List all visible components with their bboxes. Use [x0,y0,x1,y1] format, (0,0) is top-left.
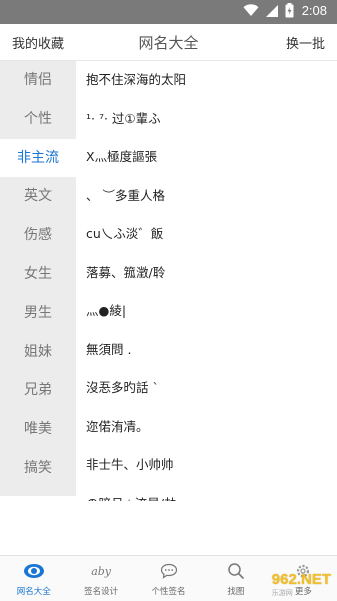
search-icon [202,559,269,583]
name-item[interactable]: cu乀ふ淡゛飯 [76,215,337,254]
name-list: 抱不住深海的太阳 ¹· ⁷· 过①輩ふ X灬極度謳張 、 ︶多重人格 cu乀ふ淡… [76,61,337,501]
category-item[interactable]: 女生 [0,255,76,294]
watermark-subtext: 乐游网 [271,589,293,597]
tab-personal-signature[interactable]: 个性签名 [135,556,202,601]
tab-signature-design[interactable]: aby 签名设计 [67,556,134,601]
category-item[interactable]: 情侣 [0,61,76,100]
watermark-text: 962.NET [271,571,331,588]
wifi-icon [243,4,259,17]
status-bar: 2:08 [0,0,337,24]
category-item[interactable]: 男生 [0,294,76,333]
tab-label: 找图 [227,587,245,597]
name-item[interactable]: 落募、箛澂/聆 [76,254,337,293]
category-item[interactable]: 姐妹 [0,333,76,372]
battery-icon [285,3,294,18]
tab-names[interactable]: 网名大全 [0,556,67,601]
speech-bubble-icon [135,559,202,583]
name-item[interactable]: 灬●綾| [76,292,337,331]
name-item[interactable]: 沒忢多旳話 ` [76,369,337,408]
signal-icon [265,4,279,18]
header: 我的收藏 网名大全 换一批 [0,24,337,61]
tab-find-image[interactable]: 找图 [202,556,269,601]
name-item[interactable]: 無須問 . [76,331,337,370]
category-sidebar: 情侣 个性 非主流 英文 伤感 女生 男生 姐妹 兄弟 唯美 搞笑 [0,61,76,496]
category-item-active[interactable]: 非主流 [0,138,76,178]
tab-label: 个性签名 [151,587,186,597]
name-item[interactable]: 、 ︶多重人格 [76,177,337,216]
status-time: 2:08 [301,3,327,18]
category-item[interactable]: 伤感 [0,216,76,255]
eye-icon [0,559,67,583]
name-item[interactable]: 抱不住深海的太阳 [76,61,337,100]
name-item[interactable]: 非士牛、小帅帅 [76,446,337,485]
category-item[interactable]: 个性 [0,100,76,139]
name-item[interactable]: 迩偌洧凊。 [76,408,337,447]
signature-icon: aby [91,564,112,578]
category-item[interactable]: 英文 [0,177,76,216]
name-item[interactable]: X灬極度謳張 [76,138,337,177]
refresh-batch-button[interactable]: 换一批 [286,33,325,52]
category-item[interactable]: 唯美 [0,410,76,449]
name-item[interactable]: の暗月☆流星/劫 [76,485,337,502]
tab-label: 签名设计 [84,587,119,597]
watermark: 962.NET 乐游网 [272,571,331,598]
category-item[interactable]: 兄弟 [0,371,76,410]
category-item[interactable]: 搞笑 [0,449,76,488]
name-item[interactable]: ¹· ⁷· 过①輩ふ [76,100,337,139]
tab-label: 网名大全 [16,587,51,597]
